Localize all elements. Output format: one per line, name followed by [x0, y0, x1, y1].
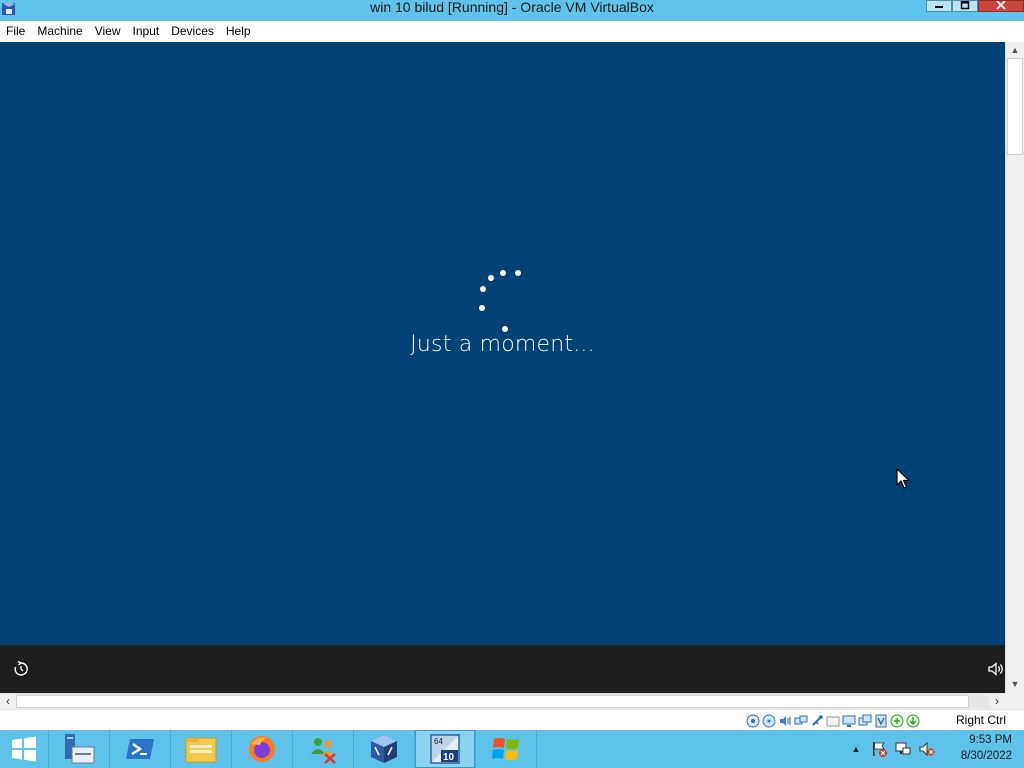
- window-title: win 10 bilud [Running] - Oracle VM Virtu…: [370, 0, 654, 15]
- network-icon[interactable]: [894, 740, 912, 758]
- maximize-icon: [960, 1, 970, 10]
- action-center-flag-icon[interactable]: [870, 740, 888, 758]
- taskbar-network-users[interactable]: [293, 730, 353, 768]
- menu-file[interactable]: File: [0, 21, 31, 42]
- vm-status-bar: Right Ctrl: [0, 709, 1024, 730]
- taskbar-windows10-vm[interactable]: 64 10: [415, 730, 475, 768]
- keyboard-icon[interactable]: [906, 714, 920, 728]
- windows-xp-icon: [492, 738, 519, 760]
- taskbar-separator: [536, 730, 537, 768]
- volume-icon[interactable]: [987, 661, 1005, 677]
- taskbar-clock[interactable]: 9:53 PM 8/30/2022: [944, 732, 1020, 764]
- host-key-label[interactable]: Right Ctrl: [956, 712, 1006, 729]
- scroll-up-arrow-icon[interactable]: ▲: [1006, 42, 1024, 58]
- windows-logo-icon: [12, 736, 36, 762]
- video-capture-icon[interactable]: [858, 714, 872, 728]
- minimize-button[interactable]: [926, 0, 952, 12]
- horizontal-scroll-track[interactable]: [969, 695, 989, 708]
- shared-folder-icon[interactable]: [826, 714, 840, 728]
- scroll-right-arrow-icon[interactable]: ›: [989, 694, 1005, 709]
- menu-view[interactable]: View: [89, 21, 127, 42]
- ease-of-access-icon[interactable]: [12, 660, 30, 678]
- loading-spinner: [470, 264, 530, 336]
- status-message: Just a moment...: [410, 332, 595, 357]
- volume-muted-icon[interactable]: [918, 740, 936, 758]
- windows10-vm-icon: 64 10: [430, 734, 460, 764]
- virtualbox-icon: [371, 735, 397, 763]
- horizontal-scroll-thumb[interactable]: [16, 695, 969, 708]
- scroll-down-arrow-icon[interactable]: ▼: [1006, 676, 1024, 692]
- show-hidden-icons-chevron[interactable]: ▲: [848, 744, 864, 754]
- maximize-button[interactable]: [952, 0, 978, 12]
- menu-input[interactable]: Input: [127, 21, 166, 42]
- close-button[interactable]: [978, 0, 1024, 12]
- taskbar-virtualbox[interactable]: [354, 730, 414, 768]
- host-taskbar: 64 10 ▲ 9:53 PM 8/30/2022: [0, 730, 1024, 768]
- scroll-left-arrow-icon[interactable]: ‹: [0, 694, 16, 709]
- menu-help[interactable]: Help: [220, 21, 257, 42]
- powershell-icon: [126, 739, 154, 759]
- guest-bottom-bar: [0, 645, 1005, 693]
- vm-badge-64: 64: [434, 737, 443, 746]
- minimize-icon: [935, 6, 943, 8]
- taskbar-server-manager[interactable]: [49, 730, 109, 768]
- network-users-icon: [311, 738, 336, 764]
- menu-bar: File Machine View Input Devices Help: [0, 21, 1024, 42]
- menu-devices[interactable]: Devices: [165, 21, 220, 42]
- taskbar-file-explorer[interactable]: [171, 730, 231, 768]
- taskbar-firefox[interactable]: [232, 730, 292, 768]
- file-explorer-icon: [185, 737, 217, 763]
- menu-machine[interactable]: Machine: [31, 21, 88, 42]
- taskbar-windows-xp[interactable]: [476, 730, 536, 768]
- clock-date: 8/30/2022: [960, 750, 1012, 762]
- horizontal-scrollbar[interactable]: ‹ ›: [0, 693, 1005, 709]
- vertical-scroll-thumb[interactable]: [1007, 58, 1023, 155]
- scrollbar-corner: [1005, 692, 1024, 709]
- mouse-pointer-icon: [896, 468, 910, 489]
- desktop: win 10 bilud [Running] - Oracle VM Virtu…: [0, 0, 1024, 768]
- start-button[interactable]: [0, 730, 48, 768]
- cpu-icon[interactable]: [874, 714, 888, 728]
- taskbar-powershell[interactable]: [110, 730, 170, 768]
- device-status-icons: [746, 712, 922, 729]
- vertical-scrollbar[interactable]: ▲ ▼: [1005, 42, 1024, 692]
- display-icon[interactable]: [842, 714, 856, 728]
- optical-drive-icon[interactable]: [762, 714, 776, 728]
- system-tray: ▲: [848, 730, 936, 768]
- audio-icon[interactable]: [778, 714, 792, 728]
- usb-icon[interactable]: [810, 714, 824, 728]
- guest-display[interactable]: Just a moment...: [0, 42, 1005, 645]
- vm-badge-10: 10: [443, 752, 455, 763]
- mouse-integration-icon[interactable]: [890, 714, 904, 728]
- network-icon[interactable]: [794, 714, 808, 728]
- clock-time: 9:53 PM: [969, 734, 1012, 746]
- firefox-icon: [249, 736, 275, 762]
- close-icon: [996, 1, 1006, 10]
- hard-disk-icon[interactable]: [746, 714, 760, 728]
- server-manager-icon: [65, 734, 95, 764]
- window-controls: [926, 0, 1024, 12]
- window-title-bar[interactable]: win 10 bilud [Running] - Oracle VM Virtu…: [0, 0, 1024, 21]
